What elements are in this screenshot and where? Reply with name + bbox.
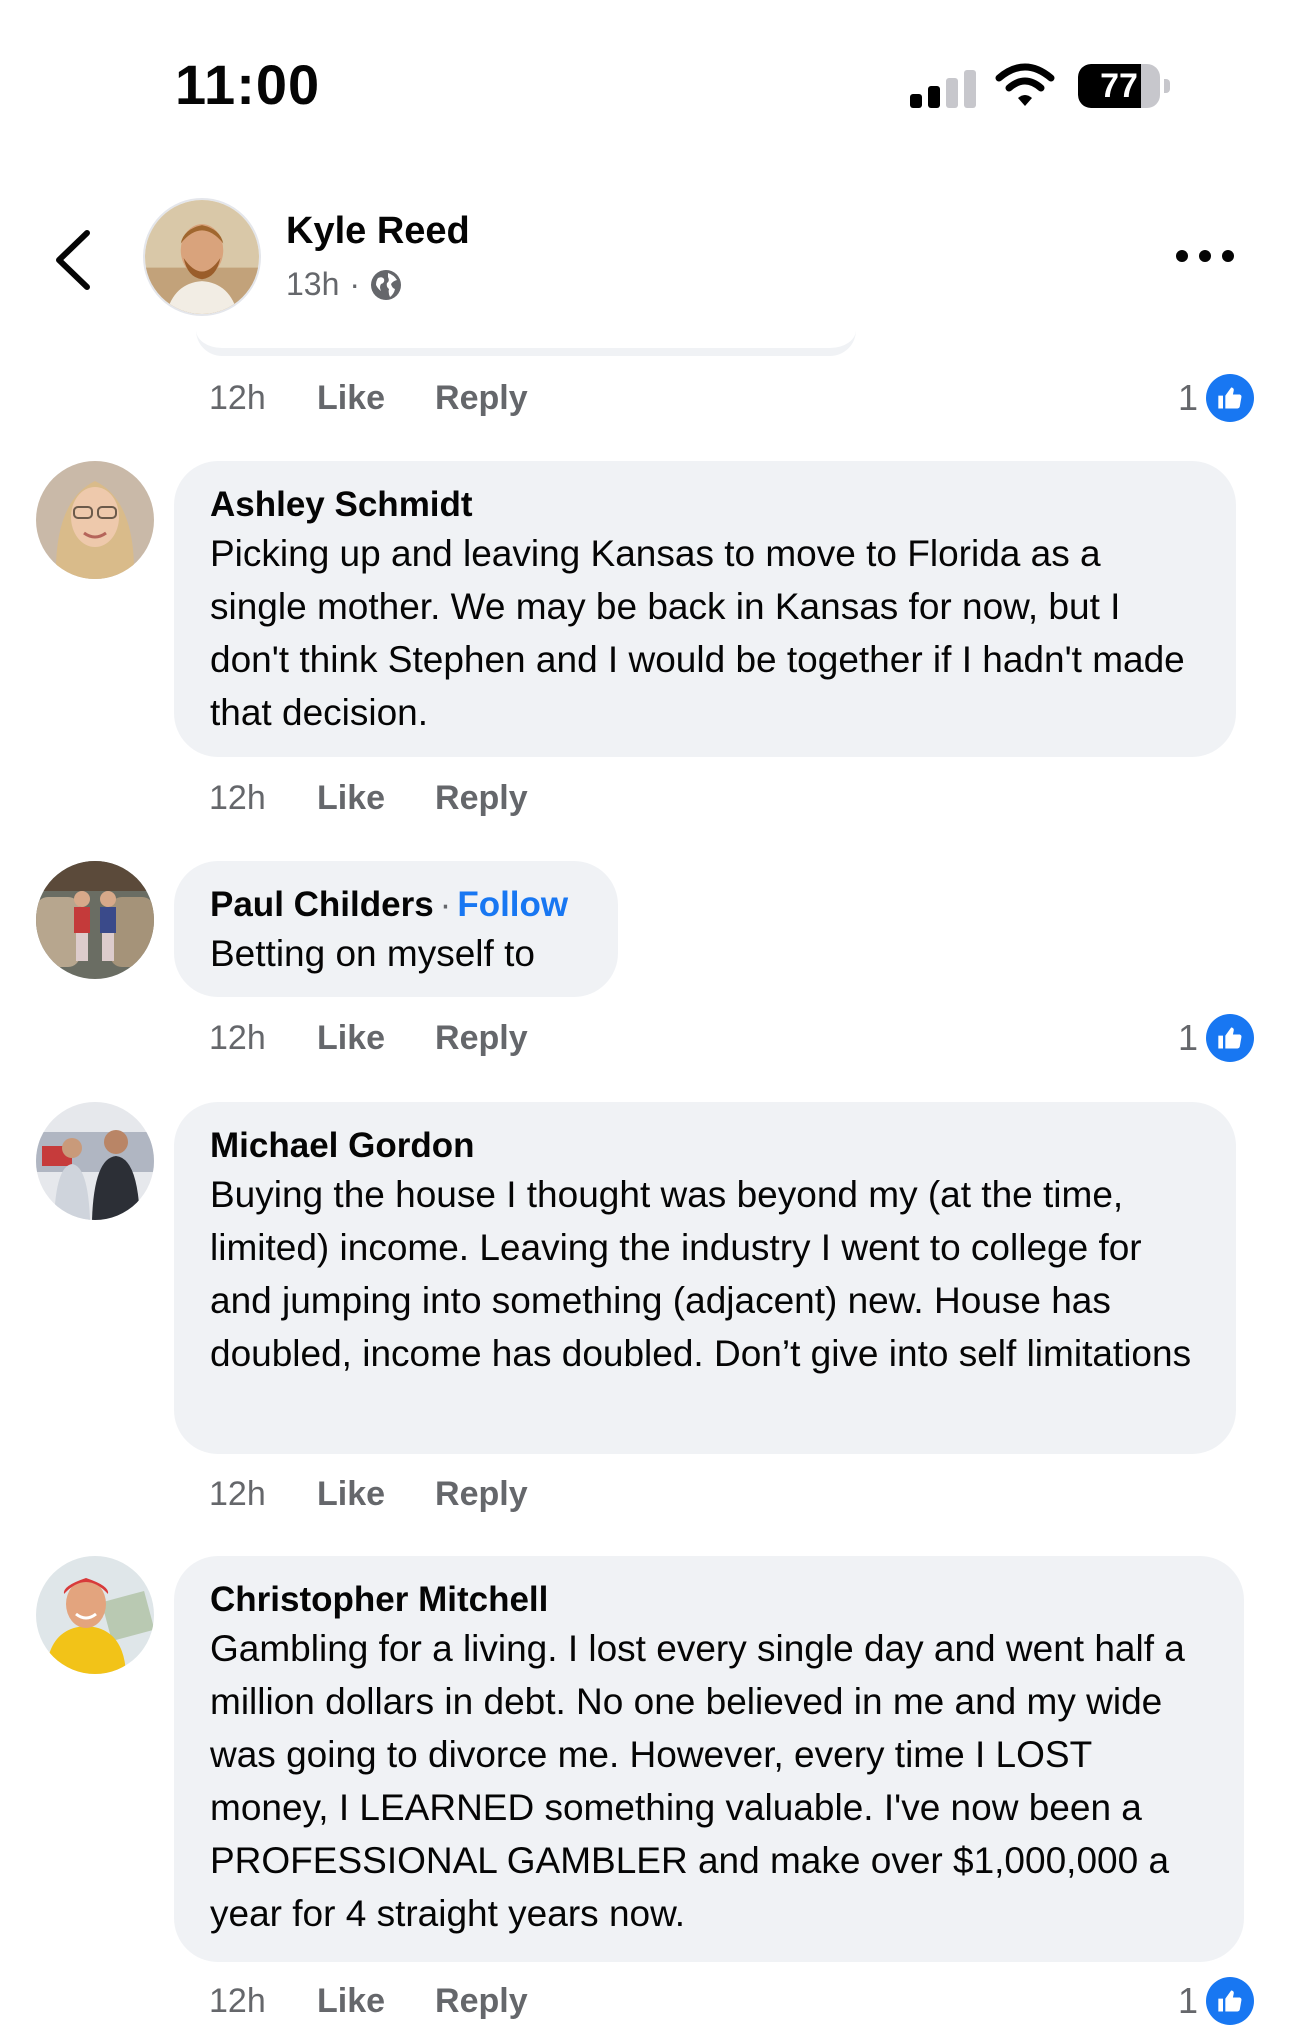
cellular-signal-icon — [910, 68, 980, 108]
post-meta: 13h · — [286, 266, 402, 303]
comment-text: Betting on myself to — [210, 933, 535, 974]
battery-level: 77 — [1100, 67, 1138, 105]
reply-button[interactable]: Reply — [435, 1019, 528, 1058]
commenter-name[interactable]: Ashley Schmidt — [210, 483, 1200, 527]
comment-actions: 12h Like Reply — [209, 373, 578, 423]
like-button[interactable]: Like — [317, 1475, 385, 1514]
comment-bubble[interactable]: Paul Childers · Follow Betting on myself t… — [174, 861, 618, 997]
comment-time: 12h — [209, 1981, 266, 2020]
comment-text: Gambling for a living. I lost every sing… — [210, 1628, 1185, 1934]
reaction-count[interactable]: 1 — [1178, 1012, 1255, 1064]
commenter-avatar[interactable] — [36, 1556, 154, 1674]
comment-text: Buying the house I thought was beyond my… — [210, 1174, 1192, 1374]
thumbs-up-icon — [1206, 1977, 1255, 2025]
reaction-count[interactable]: 1 — [1178, 372, 1255, 424]
commenter-avatar[interactable] — [36, 1102, 154, 1220]
comment-actions: 12h Like Reply — [209, 1469, 578, 1519]
reply-button[interactable]: Reply — [435, 1982, 528, 2021]
comment-text: Picking up and leaving Kansas to move to… — [210, 533, 1185, 733]
globe-icon — [371, 269, 402, 300]
commenter-avatar[interactable] — [36, 861, 154, 979]
reply-button[interactable]: Reply — [435, 779, 528, 818]
post-time: 13h — [286, 266, 340, 302]
comment-time: 12h — [209, 778, 266, 817]
like-button[interactable]: Like — [317, 1982, 385, 2021]
comment-bubble[interactable]: Ashley Schmidt Picking up and leaving Ka… — [174, 461, 1236, 757]
post-header: Kyle Reed 13h · — [0, 180, 1290, 340]
author-avatar[interactable] — [143, 198, 261, 316]
comment-time: 12h — [209, 1474, 266, 1513]
previous-comment-bubble-edge — [196, 330, 856, 356]
comment-actions: 12h Like Reply — [209, 1013, 578, 1063]
reaction-number: 1 — [1178, 377, 1199, 418]
follow-button[interactable]: Follow — [457, 885, 568, 924]
comment-time: 12h — [209, 1018, 266, 1057]
thumbs-up-icon — [1206, 374, 1255, 422]
post-author-name[interactable]: Kyle Reed — [286, 210, 470, 253]
name-separator: · — [439, 885, 452, 924]
comment-bubble[interactable]: Michael Gordon Buying the house I though… — [174, 1102, 1236, 1454]
commenter-name[interactable]: Christopher Mitchell — [210, 1578, 1208, 1622]
like-button[interactable]: Like — [317, 779, 385, 818]
like-button[interactable]: Like — [317, 1019, 385, 1058]
more-options-icon[interactable] — [1170, 236, 1240, 276]
reaction-count[interactable]: 1 — [1178, 1975, 1255, 2027]
comment-actions: 12h Like Reply — [209, 1976, 578, 2026]
back-chevron-icon[interactable] — [45, 225, 105, 295]
reply-button[interactable]: Reply — [435, 379, 528, 418]
battery-icon: 77 — [1078, 64, 1170, 108]
status-bar: 11:00 77 — [0, 0, 1290, 150]
like-button[interactable]: Like — [317, 379, 385, 418]
commenter-name[interactable]: Paul Childers — [210, 885, 434, 924]
meta-separator: · — [349, 266, 361, 302]
thumbs-up-icon — [1206, 1014, 1255, 1062]
commenter-name[interactable]: Michael Gordon — [210, 1124, 1200, 1168]
status-time: 11:00 — [175, 53, 321, 116]
wifi-icon — [995, 63, 1055, 106]
reply-button[interactable]: Reply — [435, 1475, 528, 1514]
comment-actions: 12h Like Reply — [209, 773, 578, 823]
comment-time: 12h — [209, 378, 266, 417]
commenter-avatar[interactable] — [36, 461, 154, 579]
reaction-number: 1 — [1178, 1017, 1199, 1058]
reaction-number: 1 — [1178, 1980, 1199, 2021]
comment-bubble[interactable]: Christopher Mitchell Gambling for a livi… — [174, 1556, 1244, 1962]
